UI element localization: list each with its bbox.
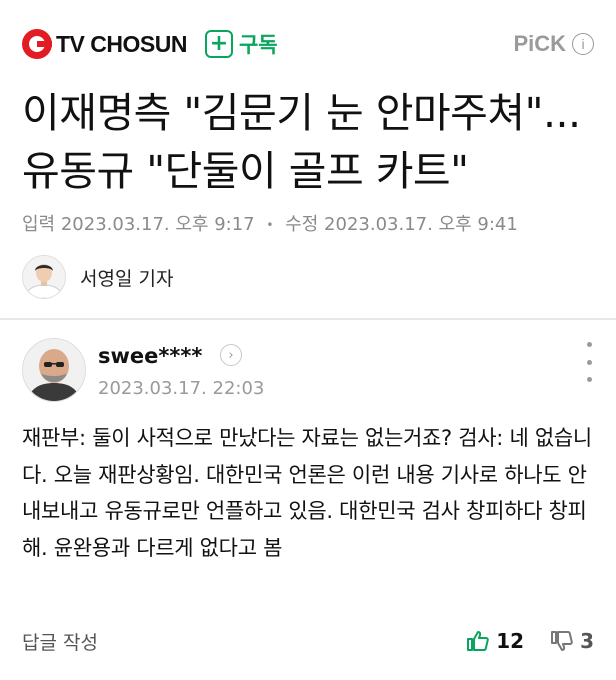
comment-date: 2023.03.17. 22:03 bbox=[98, 378, 265, 399]
brand-name: TV CHOSUN bbox=[56, 30, 187, 57]
thumbs-down-icon bbox=[551, 631, 573, 651]
commenter-username[interactable]: swee**** bbox=[98, 344, 202, 368]
modified-label: 수정 bbox=[285, 214, 319, 235]
meta-separator: • bbox=[266, 218, 274, 232]
article-meta: 입력 2023.03.17. 오후 9:17 • 수정 2023.03.17. … bbox=[22, 210, 518, 236]
reporter-name: 서영일 기자 bbox=[80, 267, 174, 290]
section-divider bbox=[0, 318, 616, 320]
info-icon[interactable]: i bbox=[572, 33, 594, 55]
pick-badge[interactable]: PiCK i bbox=[513, 31, 594, 57]
dislike-count: 3 bbox=[580, 629, 594, 653]
tv-chosun-logo-icon bbox=[22, 29, 52, 59]
reply-button[interactable]: 답글 작성 bbox=[22, 628, 98, 655]
commenter-avatar[interactable] bbox=[22, 338, 86, 402]
chevron-right-icon[interactable]: › bbox=[220, 344, 242, 366]
comment-footer: 답글 작성 12 3 bbox=[22, 624, 594, 658]
reaction-group: 12 3 bbox=[466, 629, 594, 653]
published-label: 입력 bbox=[22, 214, 56, 235]
reporter-byline[interactable]: 서영일 기자 bbox=[22, 255, 173, 299]
subscribe-button[interactable]: + 구독 bbox=[204, 29, 278, 59]
like-button[interactable]: 12 bbox=[466, 629, 524, 653]
pick-label: PiCK bbox=[513, 31, 566, 56]
comment-header: swee**** › 2023.03.17. 22:03 bbox=[22, 338, 594, 402]
reporter-avatar bbox=[22, 255, 66, 299]
modified-time: 2023.03.17. 오후 9:41 bbox=[324, 214, 518, 235]
article-header: TV CHOSUN + 구독 PiCK i bbox=[22, 24, 594, 64]
comment-text: 재판부: 둘이 사적으로 만났다는 자료는 없는거죠? 검사: 네 없습니다. … bbox=[22, 426, 592, 560]
brand[interactable]: TV CHOSUN bbox=[22, 29, 187, 59]
dislike-button[interactable]: 3 bbox=[550, 629, 594, 653]
plus-icon: + bbox=[204, 30, 233, 58]
published-time: 2023.03.17. 오후 9:17 bbox=[60, 214, 255, 235]
thumbs-up-icon bbox=[467, 631, 489, 651]
like-count: 12 bbox=[496, 629, 525, 653]
article-headline: 이재명측 "김문기 눈 안마주쳐"...유동규 "단둘이 골프 카트" bbox=[22, 89, 581, 195]
more-vertical-icon[interactable] bbox=[584, 342, 594, 382]
subscribe-label: 구독 bbox=[238, 33, 278, 57]
